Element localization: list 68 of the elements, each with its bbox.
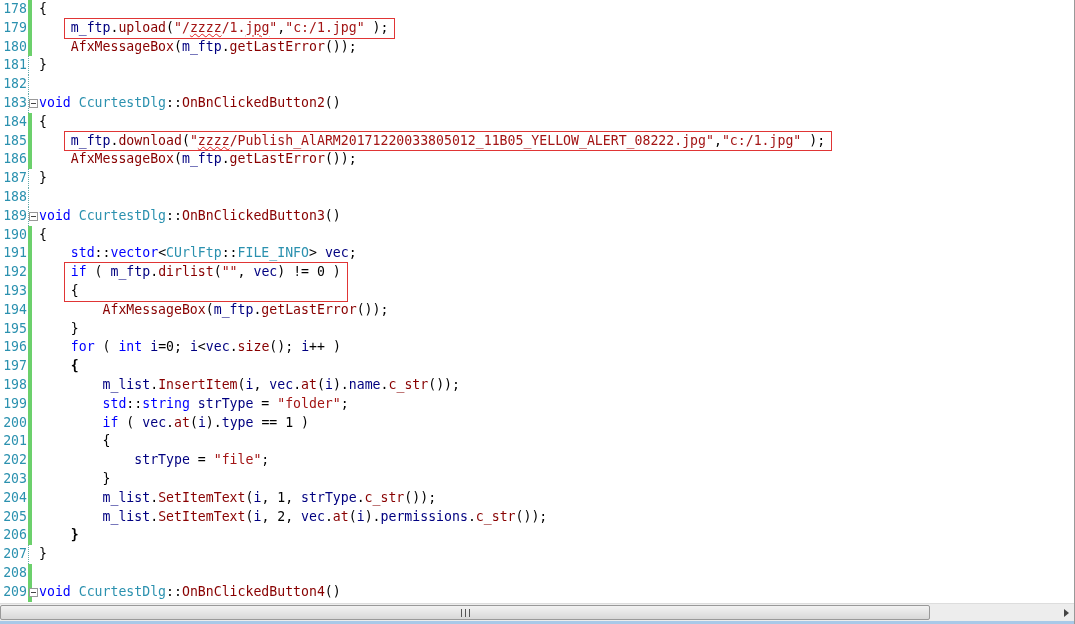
code-line: m_list.SetItemText(i, 2, vec.at(i).permissions.c_str());	[102, 507, 548, 527]
line-number: 208	[2, 563, 27, 582]
code-line: }	[39, 169, 47, 188]
code-line: void CcurtestDlg::OnBnClickedButton2()	[39, 94, 341, 112]
line-number: 193	[2, 281, 27, 300]
line-number: 189	[2, 206, 27, 225]
line-number: 184	[2, 112, 27, 131]
line-number: 182	[2, 75, 27, 94]
code-line: void CcurtestDlg::OnBnClickedButton3()	[39, 206, 341, 225]
line-number: 196	[2, 338, 27, 357]
code-line: AfxMessageBox(m_ftp.getLastError());	[70, 37, 357, 57]
code-line: {	[39, 0, 47, 18]
line-number: 191	[2, 244, 27, 263]
collapse-icon[interactable]	[29, 211, 38, 221]
code-line: {	[70, 281, 79, 300]
line-number: 190	[2, 225, 27, 244]
line-number: 209	[2, 582, 27, 601]
collapse-icon[interactable]	[29, 98, 38, 108]
code-line: }	[102, 469, 111, 488]
code-line: void CcurtestDlg::OnBnClickedButton4()	[39, 582, 341, 601]
code-line: {	[39, 225, 47, 244]
collapse-icon[interactable]	[29, 587, 38, 597]
code-line: }	[39, 56, 47, 75]
code-line: if ( vec.at(i).type == 1 )	[102, 413, 310, 432]
line-number: 178	[2, 0, 27, 18]
line-number: 195	[2, 319, 27, 338]
line-number: 199	[2, 394, 27, 413]
line-number: 180	[2, 37, 27, 56]
line-number: 201	[2, 432, 27, 451]
line-number: 181	[2, 56, 27, 75]
code-line: }	[39, 545, 47, 564]
code-line: m_ftp.upload("/zzzz/1.jpg","c:/1.jpg" );	[70, 18, 389, 38]
code-line: {	[39, 112, 47, 131]
line-number: 207	[2, 545, 27, 564]
line-number: 200	[2, 413, 27, 432]
code-line: }	[70, 526, 79, 545]
code-line: {	[102, 432, 111, 451]
code-line: if ( m_ftp.dirlist("", vec) != 0 )	[70, 263, 341, 282]
code-line: {	[70, 357, 79, 376]
right-arrow-icon[interactable]	[1064, 608, 1069, 617]
line-number: 186	[2, 150, 27, 169]
scrollbar-thumb[interactable]	[0, 605, 930, 620]
grip-icon	[460, 608, 470, 617]
line-number: 202	[2, 451, 27, 470]
line-number: 192	[2, 263, 27, 282]
code-line: AfxMessageBox(m_ftp.getLastError());	[102, 300, 389, 320]
line-number: 205	[2, 507, 27, 526]
line-number: 179	[2, 18, 27, 37]
code-line: strType = "file";	[134, 451, 270, 470]
line-number: 194	[2, 300, 27, 319]
line-number: 198	[2, 375, 27, 394]
code-line: m_list.InsertItem(i, vec.at(i).name.c_str());	[102, 375, 460, 395]
horizontal-scrollbar[interactable]	[0, 603, 1074, 621]
line-number: 183	[2, 94, 27, 112]
code-line: }	[70, 319, 79, 338]
code-line: m_ftp.download("zzzz/Publish_AlARM20171220033805012_11B05_YELLOW_ALERT_08222.jpg","c:/1.jpg" );	[70, 131, 826, 151]
line-number: 203	[2, 469, 27, 488]
code-line: for ( int i=0; i<vec.size(); i++ )	[70, 338, 341, 357]
line-number: 206	[2, 526, 27, 545]
line-number: 204	[2, 488, 27, 507]
code-line: std::string strType = "folder";	[102, 394, 349, 413]
line-number: 188	[2, 187, 27, 206]
line-number: 187	[2, 169, 27, 188]
line-number: 197	[2, 357, 27, 376]
line-number: 185	[2, 131, 27, 150]
code-line: m_list.SetItemText(i, 1, strType.c_str());	[102, 488, 437, 508]
code-line: AfxMessageBox(m_ftp.getLastError());	[70, 150, 357, 169]
code-line: std::vector<CUrlFtp::FILE_INFO> vec;	[70, 244, 357, 263]
